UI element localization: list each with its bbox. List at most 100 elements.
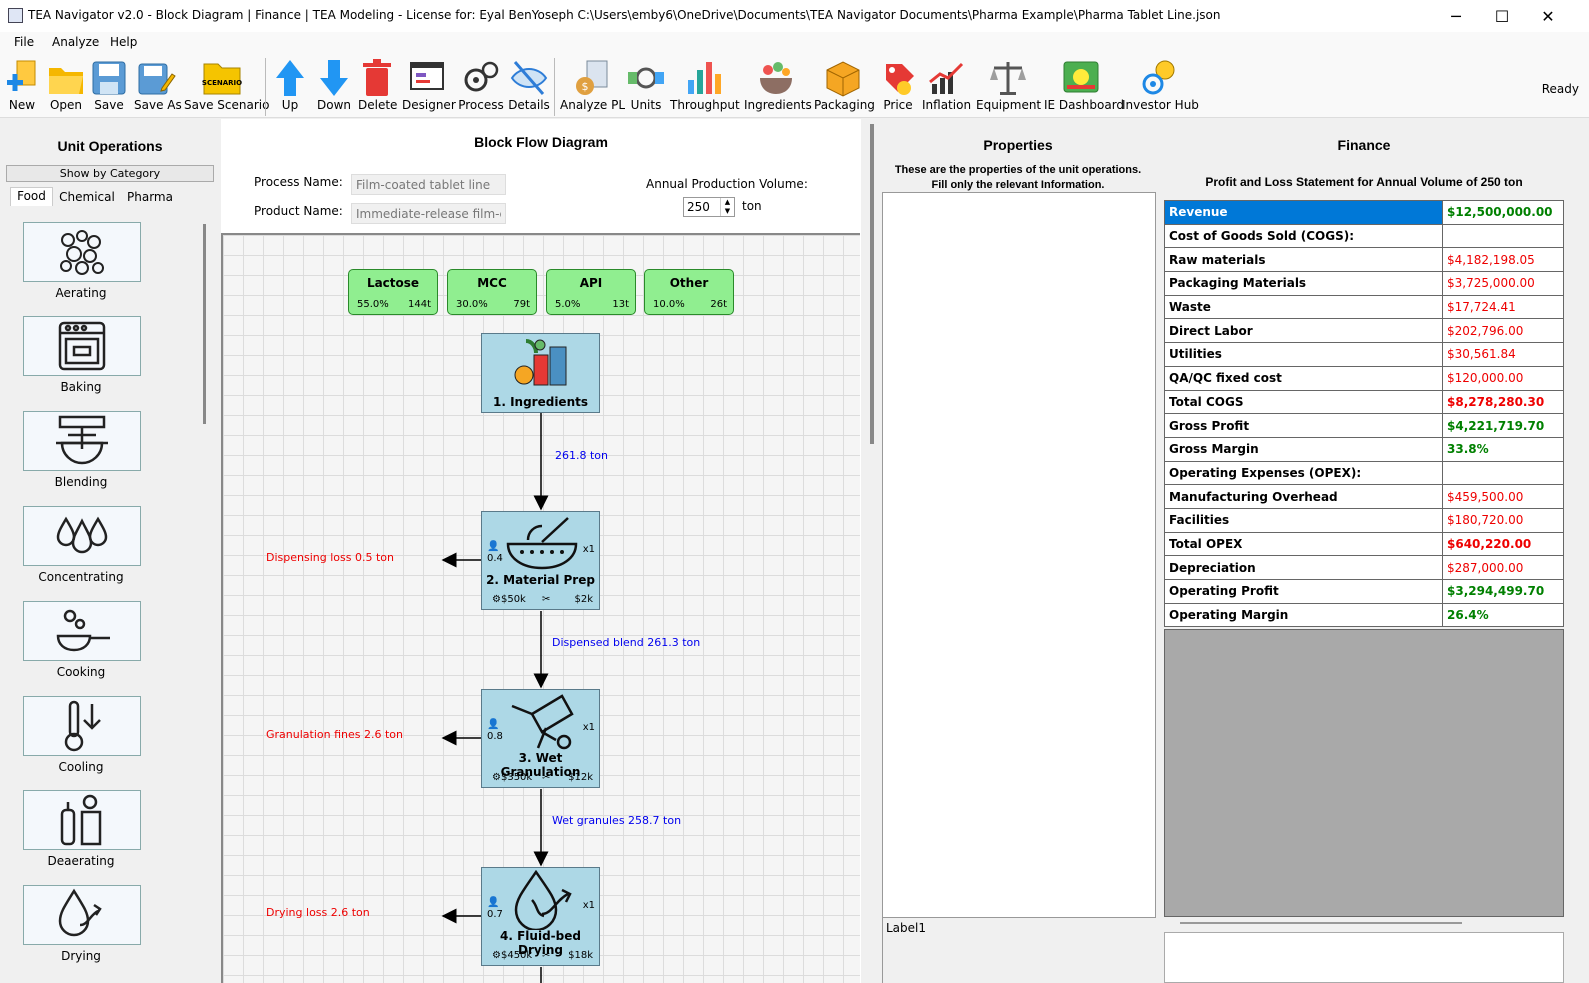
pl-row[interactable]: Waste $17,724.41 <box>1164 294 1564 320</box>
pl-row[interactable]: Cost of Goods Sold (COGS): <box>1164 223 1564 249</box>
save-scenario-button[interactable]: SCENARIO Save Scenario <box>184 58 269 112</box>
pl-row-label: Waste <box>1164 294 1443 320</box>
block-ingredients[interactable]: 1. Ingredients <box>481 333 600 413</box>
pl-row[interactable]: Facilities $180,720.00 <box>1164 507 1564 533</box>
pl-row[interactable]: Manufacturing Overhead $459,500.00 <box>1164 484 1564 509</box>
horizontal-scrollbar[interactable] <box>1180 922 1462 924</box>
investor-hub-button[interactable]: Investor Hub <box>1122 58 1199 112</box>
pl-row[interactable]: Revenue $12,500,000.00 <box>1164 200 1564 225</box>
pl-row-value: $4,182,198.05 <box>1442 247 1564 273</box>
unit-op-baking[interactable] <box>23 316 141 376</box>
product-name-label: Product Name: <box>254 204 343 218</box>
details-button[interactable]: Details <box>508 58 550 112</box>
unit-op-deaerating[interactable] <box>23 790 141 850</box>
granulator-icon <box>511 694 574 750</box>
properties-grid[interactable] <box>882 192 1156 918</box>
opex: $2k <box>574 594 593 605</box>
unit-op-drying[interactable] <box>23 885 141 945</box>
diagram-scrollbar[interactable] <box>870 124 874 444</box>
block-fluid-bed-drying[interactable]: 👤 0.7 x1 4. Fluid-bed Drying ⚙$450k ✂ $18… <box>481 867 600 966</box>
pl-row-value: $120,000.00 <box>1442 365 1564 391</box>
designer-button[interactable]: Designer <box>402 58 456 112</box>
gear-icon: ⚙ <box>492 594 501 605</box>
drops-icon <box>56 516 108 554</box>
window-title: TEA Navigator v2.0 - Block Diagram | Fin… <box>28 8 1221 22</box>
unit-op-aerating[interactable] <box>23 222 141 282</box>
status-text: Ready <box>1541 82 1579 96</box>
save-button[interactable]: Save <box>90 58 128 112</box>
pl-row-value: 33.8% <box>1442 436 1564 462</box>
gear-icon: ⚙ <box>492 772 501 783</box>
pl-row[interactable]: Depreciation $287,000.00 <box>1164 555 1564 580</box>
show-by-category-button[interactable]: Show by Category <box>6 165 214 182</box>
block-material-prep[interactable]: 👤 0.4 x1 2. Material Prep ⚙$50k ✂ $2k <box>481 511 600 610</box>
pl-row[interactable]: Gross Profit $4,221,719.70 <box>1164 413 1564 438</box>
pl-row-value: $12,500,000.00 <box>1442 200 1564 225</box>
properties-desc-1: These are the properties of the unit ope… <box>894 164 1142 176</box>
trash-icon <box>358 58 396 98</box>
gear-icon: ⚙ <box>492 950 501 961</box>
pl-row-label: Gross Profit <box>1164 413 1443 438</box>
process-button[interactable]: Process <box>458 58 504 112</box>
multiplier: x1 <box>582 900 595 911</box>
pl-row-label: Cost of Goods Sold (COGS): <box>1164 223 1443 249</box>
pan-icon <box>56 609 110 652</box>
up-button[interactable]: Up <box>272 58 308 112</box>
price-button[interactable]: Price <box>878 58 918 112</box>
open-button[interactable]: Open <box>46 58 86 112</box>
unit-op-cooking[interactable] <box>23 601 141 661</box>
tab-pharma[interactable]: Pharma <box>122 189 178 206</box>
process-name-input[interactable] <box>351 174 506 195</box>
designer-icon <box>402 58 452 98</box>
unit-op-label: Blending <box>54 475 108 489</box>
drying-icon <box>514 870 572 930</box>
unit-op-label: Concentrating <box>38 570 124 584</box>
scrollbar[interactable] <box>203 224 206 424</box>
ingredients-button[interactable]: Ingredients <box>744 58 812 112</box>
pl-table[interactable]: Revenue $12,500,000.00 Cost of Goods Sold … <box>1164 200 1564 628</box>
pl-row[interactable]: Operating Margin 26.4% <box>1164 602 1564 628</box>
open-folder-icon <box>46 58 86 98</box>
pl-row[interactable]: Raw materials $4,182,198.05 <box>1164 247 1564 273</box>
pl-row[interactable]: Total OPEX $640,220.00 <box>1164 531 1564 557</box>
maximize-button[interactable]: ☐ <box>1479 0 1525 32</box>
delete-button[interactable]: Delete <box>358 58 397 112</box>
unit-op-cooling[interactable] <box>23 696 141 756</box>
pl-row[interactable]: Utilities $30,561.84 <box>1164 342 1564 367</box>
unit-operations-panel: Unit Operations Show by Category Food Ch… <box>0 119 220 983</box>
menu-analyze[interactable]: Analyze <box>52 35 99 49</box>
menu-file[interactable]: File <box>14 35 34 49</box>
save-disk-icon <box>90 58 128 98</box>
pl-row[interactable]: QA/QC fixed cost $120,000.00 <box>1164 365 1564 391</box>
menu-help[interactable]: Help <box>110 35 137 49</box>
new-button[interactable]: New <box>4 58 40 112</box>
pl-row[interactable]: Operating Profit $3,294,499.70 <box>1164 579 1564 604</box>
analyze-pl-button[interactable]: $ Analyze PL <box>560 58 625 112</box>
pl-row-label: QA/QC fixed cost <box>1164 365 1443 391</box>
pl-row[interactable]: Total COGS $8,278,280.30 <box>1164 389 1564 415</box>
inflation-button[interactable]: Inflation <box>922 58 971 112</box>
pl-row[interactable]: Operating Expenses (OPEX): <box>1164 460 1564 486</box>
minimize-button[interactable]: ─ <box>1433 0 1479 32</box>
pl-row[interactable]: Direct Labor $202,796.00 <box>1164 318 1564 344</box>
pl-row[interactable]: Gross Margin 33.8% <box>1164 436 1564 462</box>
close-button[interactable]: ✕ <box>1525 0 1571 32</box>
down-button[interactable]: Down <box>316 58 352 112</box>
units-button[interactable]: Units <box>626 58 666 112</box>
block-wet-granulation[interactable]: 👤 0.8 x1 3. Wet Granulation ⚙$350k ✂ $12k <box>481 689 600 788</box>
throughput-button[interactable]: Throughput <box>670 58 740 112</box>
equipment-button[interactable]: Equipment <box>976 58 1041 112</box>
ie-dashboard-button[interactable]: IE Dashboard <box>1044 58 1124 112</box>
tab-food[interactable]: Food <box>10 187 53 206</box>
unit-op-concentrating[interactable] <box>23 506 141 566</box>
product-name-input[interactable] <box>351 203 506 224</box>
pl-row-value: $180,720.00 <box>1442 507 1564 533</box>
tab-chemical[interactable]: Chemical <box>56 189 118 206</box>
pl-row-label: Packaging Materials <box>1164 271 1443 296</box>
volume-spinner[interactable]: ▲ ▼ <box>720 198 734 216</box>
pl-row[interactable]: Packaging Materials $3,725,000.00 <box>1164 271 1564 296</box>
opex: $18k <box>568 950 593 961</box>
save-as-button[interactable]: Save As <box>134 58 182 112</box>
packaging-button[interactable]: Packaging <box>814 58 875 112</box>
unit-op-blending[interactable] <box>23 411 141 471</box>
